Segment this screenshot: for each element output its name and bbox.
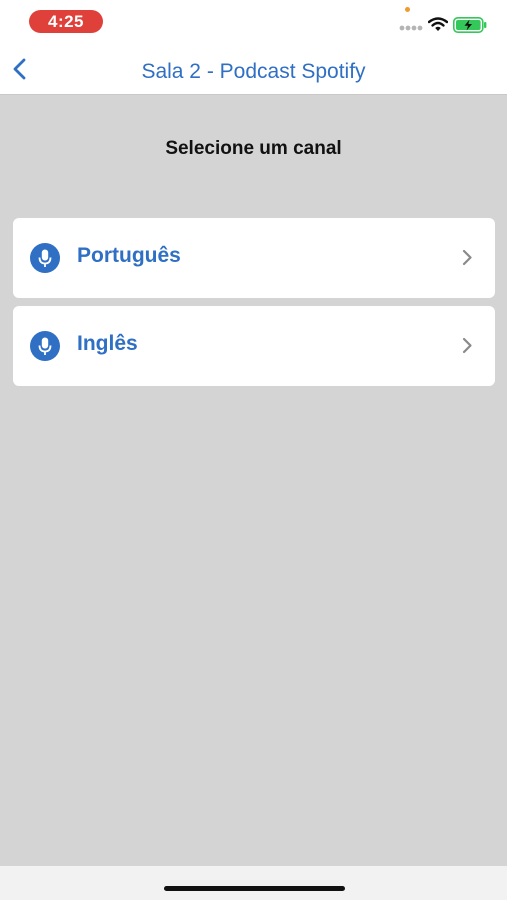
home-indicator[interactable] (164, 886, 345, 891)
navigation-bar: Sala 2 - Podcast Spotify (0, 46, 507, 95)
page-title: Sala 2 - Podcast Spotify (141, 60, 366, 83)
battery-charging-icon (453, 17, 487, 33)
channel-label: Português (77, 244, 181, 267)
channel-item-portugues[interactable]: Português (13, 218, 495, 298)
wifi-icon (428, 17, 448, 31)
section-title: Selecione um canal (165, 138, 342, 159)
microphone-icon (30, 331, 60, 361)
chevron-right-icon (462, 337, 472, 354)
channel-item-ingles[interactable]: Inglês (13, 306, 495, 386)
microphone-icon (30, 243, 60, 273)
home-indicator-area (0, 866, 507, 900)
privacy-dot-icon (405, 7, 410, 12)
status-bar: 4:25 (0, 0, 507, 46)
channel-label: Inglês (77, 332, 138, 355)
chevron-right-icon (462, 249, 472, 266)
status-time: 4:25 (29, 10, 103, 33)
cellular-signal-icon (399, 25, 423, 31)
